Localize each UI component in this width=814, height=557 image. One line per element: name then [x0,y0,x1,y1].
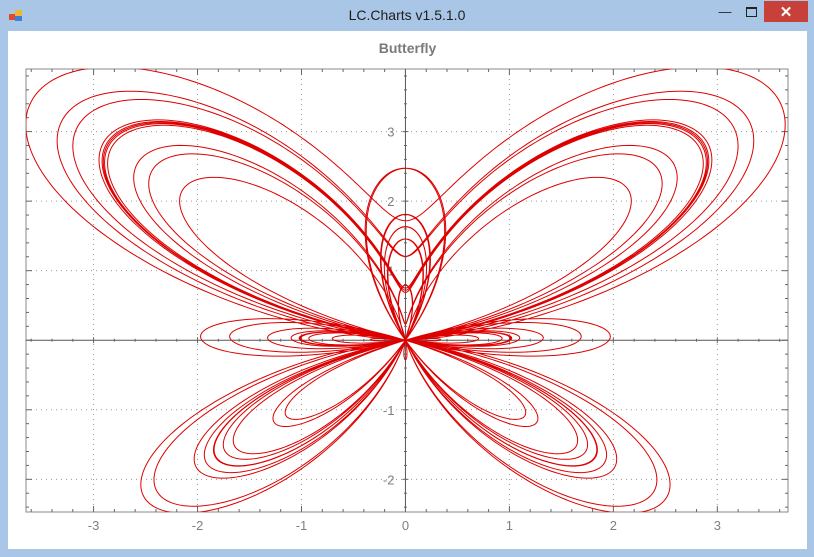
y-tick-label: 3 [387,125,394,140]
maximize-icon [745,6,757,17]
x-tick-label: -3 [88,518,100,533]
window-title: LC.Charts v1.5.1.0 [348,7,466,23]
chart-panel: Butterfly -3 -2 -1 0 1 2 3 -2 -1 1 2 3 [8,31,807,549]
app-window: LC.Charts v1.5.1.0 — ✕ Butterfly -3 -2 -1 0… [0,0,814,557]
x-tick-label: 2 [610,518,617,533]
title-bar[interactable]: LC.Charts v1.5.1.0 — ✕ [0,0,814,31]
plot-frame [25,68,789,513]
y-tick-label: 2 [387,194,394,209]
x-tick-label: 3 [714,518,721,533]
maximize-button[interactable] [738,1,764,22]
y-tick-label: -2 [383,472,395,487]
x-tick-label: 1 [506,518,513,533]
chart-plot: -3 -2 -1 0 1 2 3-2-1123 [25,68,789,533]
x-tick-label: -1 [296,518,308,533]
close-button[interactable]: ✕ [764,1,808,22]
minimize-icon: — [718,4,732,19]
y-tick-label: -1 [383,403,395,418]
close-icon: ✕ [779,3,793,21]
minimize-button[interactable]: — [712,1,738,22]
x-tick-label: 0 [402,518,409,533]
x-tick-label: -2 [192,518,204,533]
